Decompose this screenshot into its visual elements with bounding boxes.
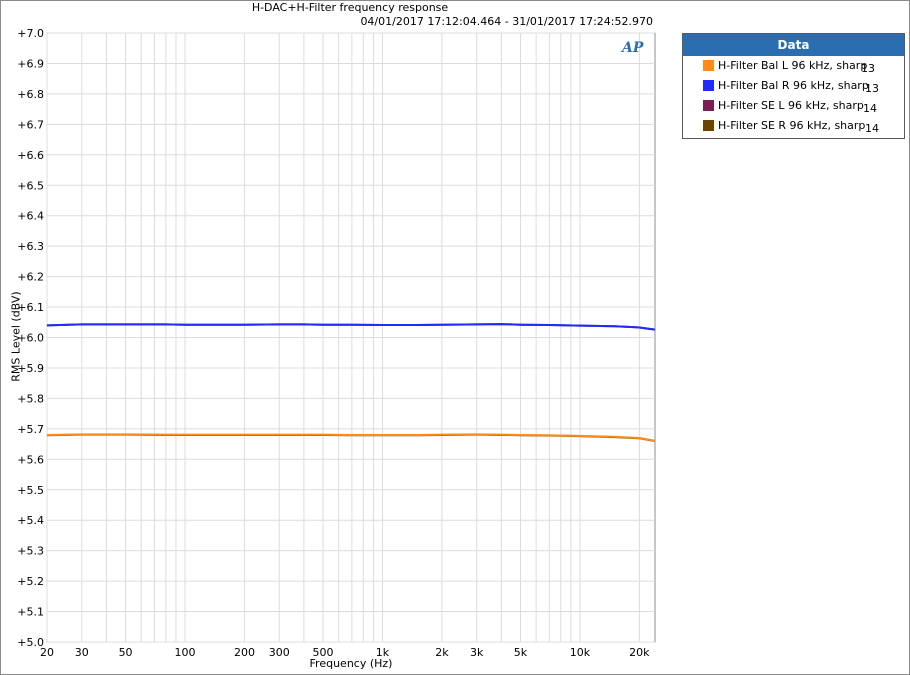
ap-logo: AP (622, 40, 644, 56)
y-tick-label: +5.5 (17, 484, 44, 497)
legend-title: Data (683, 34, 904, 56)
legend-label: H-Filter Bal R 96 kHz, sharp (718, 79, 869, 92)
legend-count: 14 (865, 122, 879, 135)
legend-swatch (703, 60, 714, 71)
y-tick-label: +6.6 (17, 149, 44, 162)
grid (46, 32, 655, 643)
y-tick-label: +5.7 (17, 423, 44, 436)
y-tick-label: +5.4 (17, 514, 44, 527)
y-tick-label: +5.2 (17, 575, 44, 588)
legend-label: H-Filter Bal L 96 kHz, sharp (718, 59, 868, 72)
y-tick-label: +5.1 (17, 606, 44, 619)
y-tick-label: +6.3 (17, 240, 44, 253)
legend-swatch (703, 100, 714, 111)
y-axis-label: RMS Level (dBV) (9, 291, 23, 382)
chart-subtitle: 04/01/2017 17:12:04.464 - 31/01/2017 17:… (360, 15, 653, 28)
y-tick-label: +6.8 (17, 88, 44, 101)
legend: Data H-Filter Bal L 96 kHz, sharp 13 H-F… (682, 33, 905, 139)
y-tick-label: +6.7 (17, 118, 44, 131)
legend-swatch (703, 80, 714, 91)
y-tick-label: +5.8 (17, 392, 44, 405)
y-tick-label: +5.3 (17, 545, 44, 558)
legend-label: H-Filter SE L 96 kHz, sharp (718, 99, 864, 112)
legend-label: H-Filter SE R 96 kHz, sharp (718, 119, 866, 132)
chart-title: H-DAC+H-Filter frequency response (251, 1, 449, 14)
x-axis-label: Frequency (Hz) (309, 657, 393, 670)
legend-item[interactable]: H-Filter SE R 96 kHz, sharp 14 (683, 116, 904, 136)
y-tick-label: +6.2 (17, 271, 44, 284)
legend-item[interactable]: H-Filter Bal L 96 kHz, sharp 13 (683, 56, 904, 76)
y-tick-label: +7.0 (17, 27, 44, 40)
legend-item[interactable]: H-Filter Bal R 96 kHz, sharp 13 (683, 76, 904, 96)
y-tick-label: +6.4 (17, 210, 44, 223)
legend-swatch (703, 120, 714, 131)
y-tick-label: +6.5 (17, 179, 44, 192)
y-tick-label: +6.9 (17, 57, 44, 70)
y-tick-label: +5.6 (17, 453, 44, 466)
legend-item[interactable]: H-Filter SE L 96 kHz, sharp 14 (683, 96, 904, 116)
